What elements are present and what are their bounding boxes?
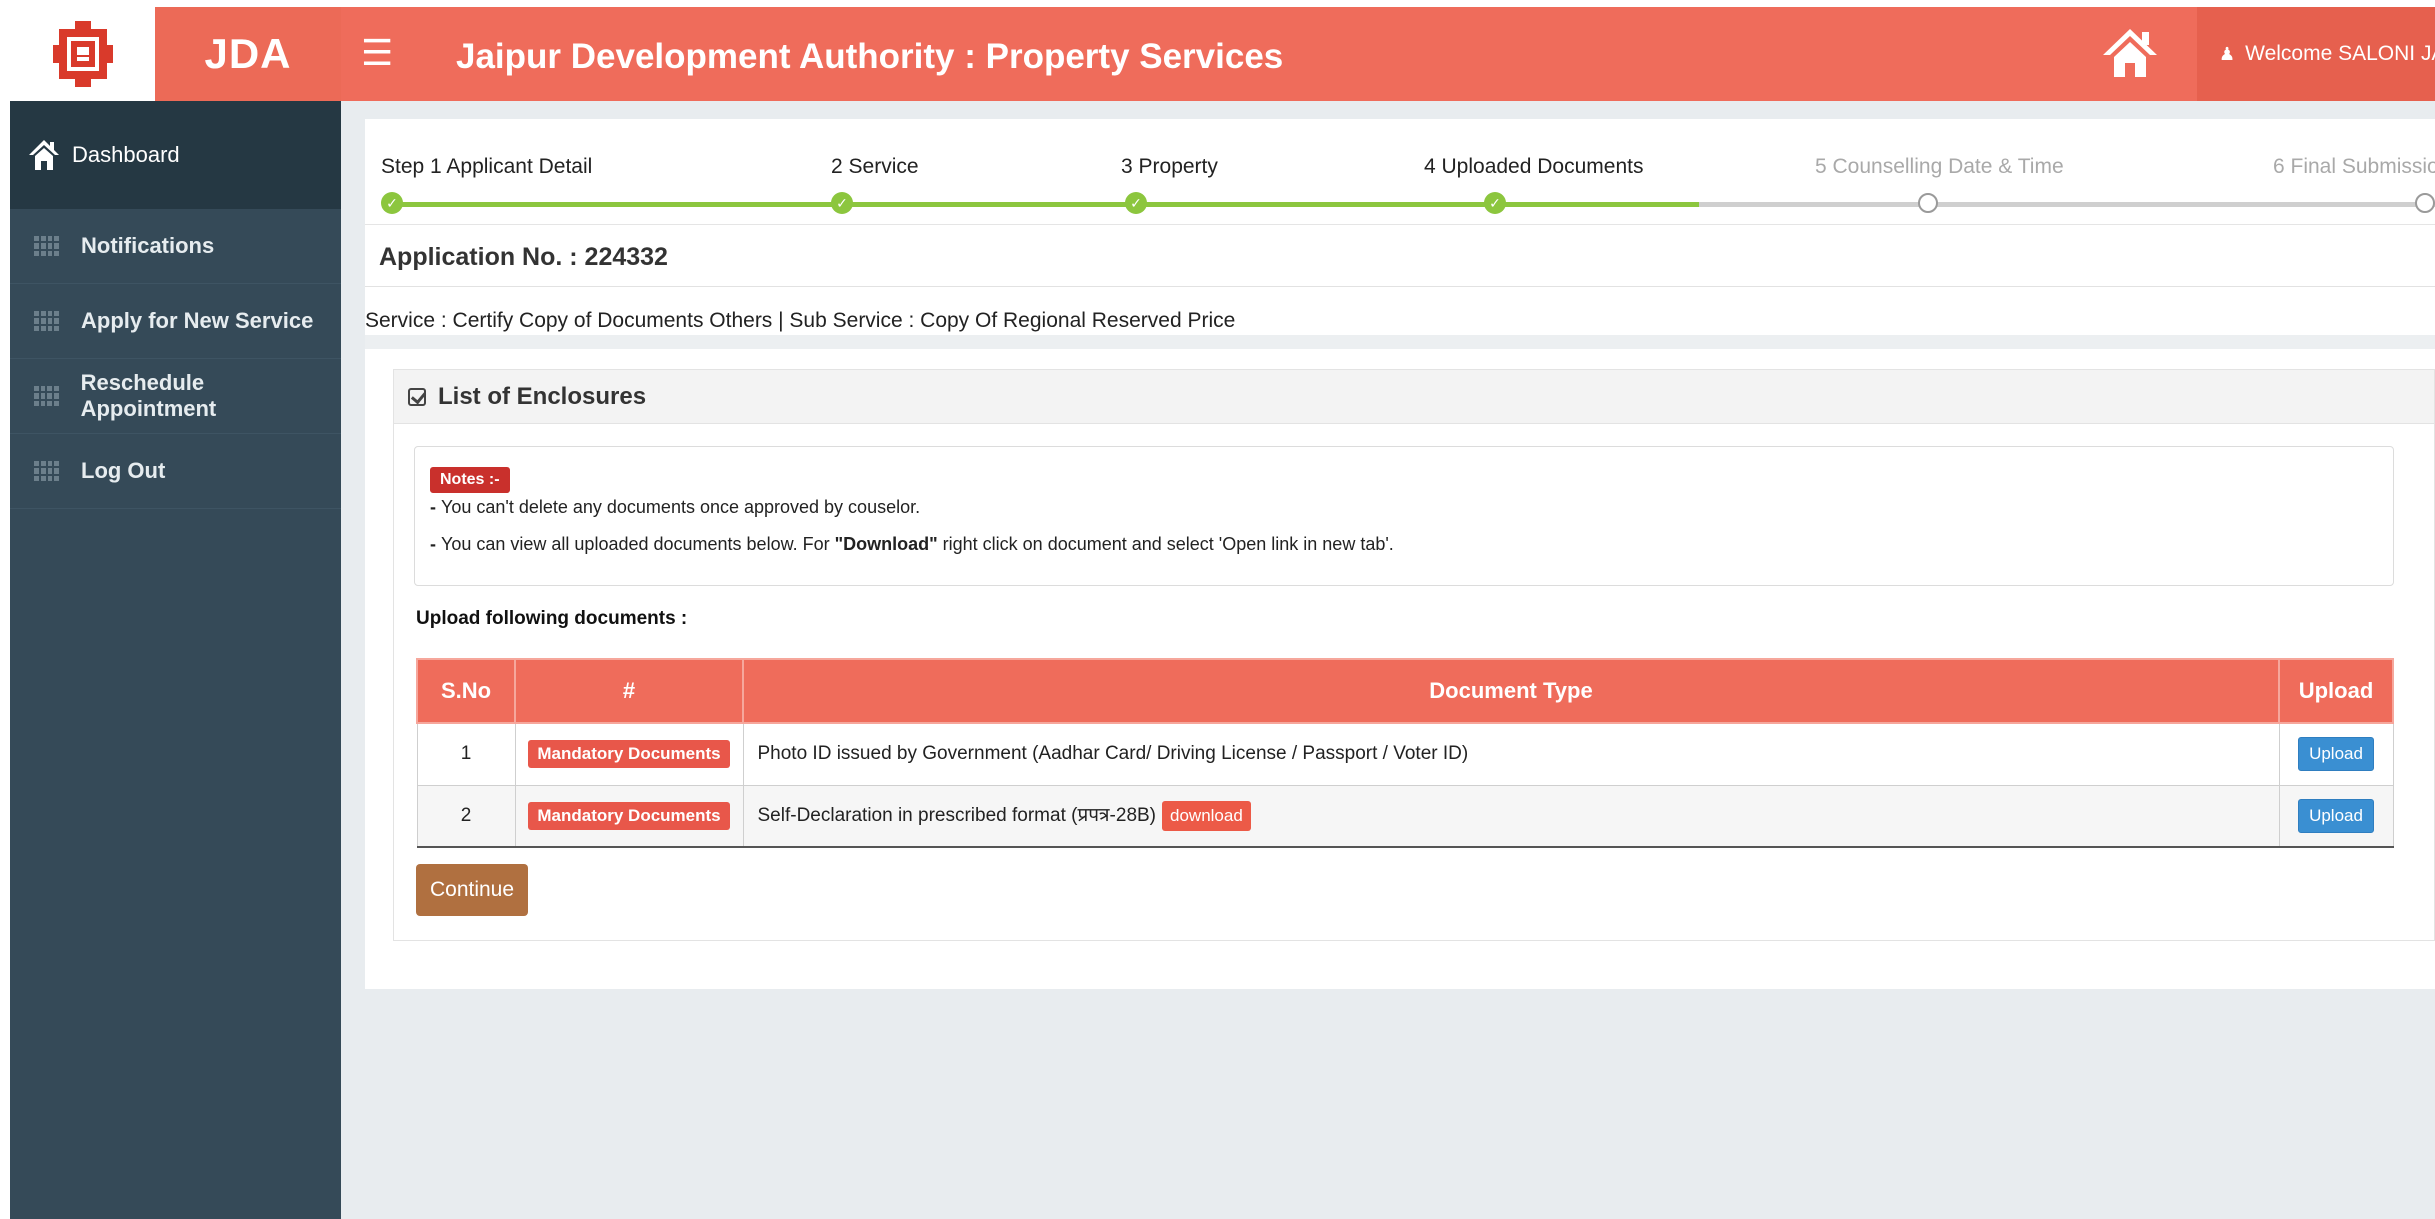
sidebar-item-label: Apply for New Service	[81, 308, 314, 333]
column-header-upload: Upload	[2278, 658, 2394, 724]
step-2-label[interactable]: 2 Service	[831, 155, 919, 179]
user-menu[interactable]: ♟ Welcome SALONI JAIN ▾	[2197, 7, 2435, 101]
notes-box: Notes :- - You can't delete any document…	[414, 446, 2394, 586]
divider	[365, 286, 2435, 287]
note-line-1: - You can't delete any documents once ap…	[430, 497, 921, 517]
step-complete-check-icon: ✓	[381, 192, 403, 214]
mandatory-badge: Mandatory Documents	[528, 740, 730, 769]
row-document-type: Self-Declaration in prescribed format (प…	[757, 804, 1157, 826]
jda-emblem-icon	[52, 21, 113, 87]
section-separator	[365, 335, 2435, 349]
upload-button[interactable]: Upload	[2298, 798, 2374, 833]
sidebar-item-apply-new-service[interactable]: Apply for New Service	[10, 284, 341, 359]
sidebar-item-logout[interactable]: Log Out	[10, 434, 341, 509]
sidebar-item-reschedule-appointment[interactable]: Reschedule Appointment	[10, 359, 341, 434]
top-navbar: ☰ Jaipur Development Authority : Propert…	[341, 7, 2435, 101]
sidebar: Dashboard Notifications Apply for New Se…	[10, 101, 341, 1219]
sidebar-item-label: Notifications	[81, 233, 215, 258]
brand-name[interactable]: JDA	[155, 7, 341, 101]
note-2-suffix: right click on document and select 'Open…	[937, 534, 1394, 554]
upload-button[interactable]: Upload	[2298, 737, 2374, 772]
home-icon[interactable]	[2101, 27, 2159, 79]
enclosures-box: List of Enclosures Notes :- - You can't …	[393, 369, 2435, 941]
step-6-label[interactable]: 6 Final Submission	[2273, 155, 2435, 179]
jda-logo[interactable]	[10, 7, 155, 101]
table-row: 1 Mandatory Documents Photo ID issued by…	[416, 722, 2394, 786]
main-content: Step 1 Applicant Detail 2 Service 3 Prop…	[341, 101, 2435, 1219]
row-document-type: Photo ID issued by Government (Aadhar Ca…	[742, 722, 2280, 786]
column-header-document-type: Document Type	[742, 658, 2280, 724]
row-sno: 2	[416, 784, 516, 848]
step-pending-circle-icon	[2415, 193, 2435, 213]
note-line-2: - You can view all uploaded documents be…	[430, 534, 1394, 554]
enclosures-title: List of Enclosures	[438, 382, 647, 410]
application-panel: Step 1 Applicant Detail 2 Service 3 Prop…	[365, 119, 2435, 989]
column-header-hash: #	[514, 658, 744, 724]
row-document-type-cell: Self-Declaration in prescribed format (प…	[742, 784, 2280, 848]
step-complete-check-icon: ✓	[1125, 192, 1147, 214]
step-pending-circle-icon	[1918, 193, 1938, 213]
continue-button[interactable]: Continue	[416, 864, 528, 916]
download-button[interactable]: download	[1162, 800, 1251, 831]
sidebar-item-notifications[interactable]: Notifications	[10, 209, 341, 284]
column-header-sno: S.No	[416, 658, 516, 724]
note-2-bold: "Download"	[834, 534, 938, 554]
step-3-label[interactable]: 3 Property	[1121, 155, 1218, 179]
step-complete-check-icon: ✓	[831, 192, 853, 214]
sidebar-item-dashboard[interactable]: Dashboard	[10, 101, 341, 209]
notes-badge: Notes :-	[430, 467, 510, 493]
user-greeting: Welcome SALONI JAIN	[2245, 42, 2435, 65]
step-complete-check-icon: ✓	[1484, 192, 1506, 214]
page-title: Jaipur Development Authority : Property …	[456, 37, 1284, 76]
grid-icon	[34, 386, 59, 406]
top-strip	[0, 0, 2435, 7]
row-upload-cell: Upload	[2278, 784, 2394, 848]
grid-icon	[34, 236, 59, 256]
upload-section-title: Upload following documents :	[416, 608, 688, 629]
progress-stepper: Step 1 Applicant Detail 2 Service 3 Prop…	[365, 119, 2435, 225]
row-upload-cell: Upload	[2278, 722, 2394, 786]
application-number: Application No. : 224332	[379, 243, 668, 271]
menu-toggle-icon[interactable]: ☰	[361, 33, 393, 73]
progress-track-pending	[1699, 202, 2435, 207]
grid-icon	[34, 311, 59, 331]
sidebar-item-label: Reschedule Appointment	[80, 370, 217, 421]
sidebar-item-label: Log Out	[81, 458, 166, 483]
enclosures-header: List of Enclosures	[394, 370, 2434, 424]
note-2-text: You can view all uploaded documents belo…	[441, 534, 835, 554]
table-row: 2 Mandatory Documents Self-Declaration i…	[416, 784, 2394, 848]
step-4-label[interactable]: 4 Uploaded Documents	[1424, 155, 1643, 179]
user-icon: ♟	[2219, 43, 2236, 64]
step-5-label[interactable]: 5 Counselling Date & Time	[1815, 155, 2064, 179]
sidebar-item-label: Dashboard	[72, 142, 180, 167]
row-sno: 1	[416, 722, 516, 786]
checkbox-checked-icon	[408, 387, 426, 406]
row-category: Mandatory Documents	[514, 784, 744, 848]
grid-icon	[34, 461, 59, 481]
home-icon	[29, 140, 59, 170]
service-description: Service : Certify Copy of Documents Othe…	[365, 309, 1236, 332]
mandatory-badge: Mandatory Documents	[528, 801, 730, 830]
documents-table: S.No # Document Type Upload 1 Mandatory …	[416, 658, 2394, 848]
note-1-text: You can't delete any documents once appr…	[441, 497, 921, 517]
step-1-label[interactable]: Step 1 Applicant Detail	[381, 155, 592, 179]
row-category: Mandatory Documents	[514, 722, 744, 786]
